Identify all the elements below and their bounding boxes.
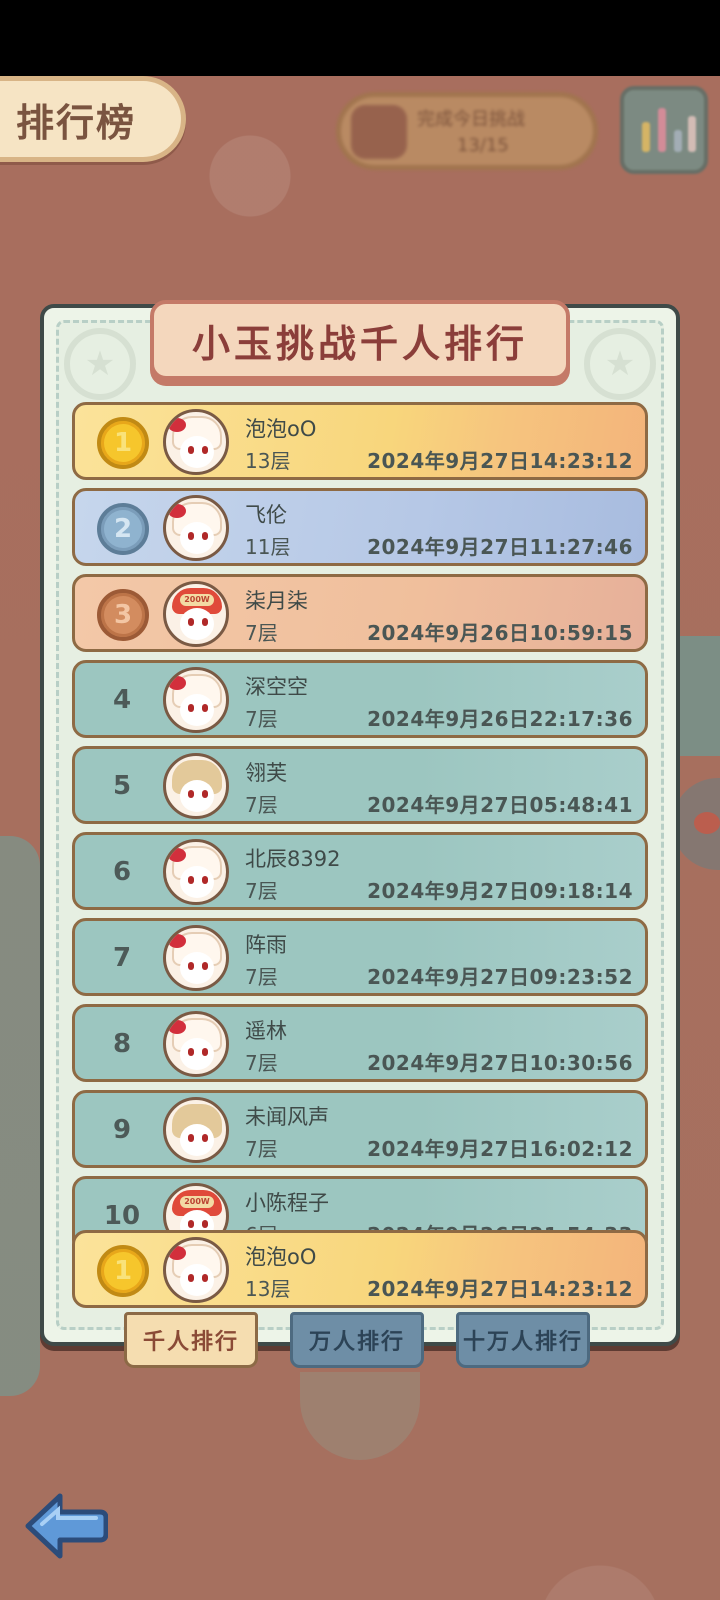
rank-number: 4 — [112, 685, 132, 715]
page-title: 排行榜 — [16, 100, 137, 145]
player-name: 泡泡oO — [245, 417, 317, 441]
gold-medal-icon: 1 — [97, 1245, 149, 1297]
player-name: 深空空 — [245, 675, 308, 699]
avatar[interactable] — [163, 1237, 229, 1303]
leaderboard-row[interactable]: 7 阵雨 7层 2024年9月27日09:23:52 — [72, 918, 648, 996]
rank-number: 5 — [112, 771, 132, 801]
challenge-text: 完成今日挑战 — [417, 109, 525, 130]
leaderboard-row[interactable]: 3 200W 柒月柒 7层 2024年9月26日10:59:15 — [72, 574, 648, 652]
star-badge-icon: ★ — [584, 328, 656, 400]
flower-icon — [694, 812, 720, 834]
leaderboard-row[interactable]: 8 遥林 7层 2024年9月27日10:30:56 — [72, 1004, 648, 1082]
silver-medal-icon: 2 — [97, 503, 149, 555]
back-arrow-button[interactable] — [22, 1490, 108, 1562]
record-time: 2024年9月26日22:17:36 — [367, 707, 633, 731]
player-name: 未闻风声 — [245, 1105, 329, 1129]
challenge-count: 13/15 — [457, 135, 509, 156]
floor-count: 7层 — [245, 793, 278, 817]
record-time: 2024年9月27日09:18:14 — [367, 879, 633, 903]
page-title-banner: 排行榜 — [0, 76, 186, 162]
player-name: 阵雨 — [245, 933, 287, 957]
leaderboard-row[interactable]: 5 翎芙 7层 2024年9月27日05:48:41 — [72, 746, 648, 824]
panel-title: 小玉挑战千人排行 — [191, 321, 528, 366]
avatar[interactable] — [163, 925, 229, 991]
record-time: 2024年9月27日14:23:12 — [367, 449, 633, 473]
chest-icon — [351, 105, 407, 159]
leaderboard-row[interactable]: 6 北辰8392 7层 2024年9月27日09:18:14 — [72, 832, 648, 910]
leaderboard-row[interactable]: 1 泡泡oO 13层 2024年9月27日14:23:12 — [72, 402, 648, 480]
avatar[interactable] — [163, 1097, 229, 1163]
player-name: 飞伦 — [245, 503, 287, 527]
rank-number: 8 — [112, 1029, 132, 1059]
floor-count: 7层 — [245, 707, 278, 731]
player-name: 柒月柒 — [245, 589, 308, 613]
avatar[interactable] — [163, 839, 229, 905]
rank-number: 9 — [112, 1115, 132, 1145]
avatar[interactable] — [163, 753, 229, 819]
record-time: 2024年9月26日10:59:15 — [367, 621, 633, 645]
record-time: 2024年9月27日11:27:46 — [367, 535, 633, 559]
floor-count: 7层 — [245, 1051, 278, 1075]
leaderboard-row[interactable]: 9 未闻风声 7层 2024年9月27日16:02:12 — [72, 1090, 648, 1168]
background-decoration — [0, 836, 40, 1396]
floor-count: 13层 — [245, 1277, 291, 1301]
bronze-medal-icon: 3 — [97, 589, 149, 641]
floor-count: 7层 — [245, 1137, 278, 1161]
gold-medal-icon: 1 — [97, 417, 149, 469]
floor-count: 7层 — [245, 621, 278, 645]
rank-number: 7 — [112, 943, 132, 973]
my-rank-row: 1 泡泡oO 13层 2024年9月27日14:23:12 — [72, 1230, 648, 1308]
record-time: 2024年9月27日14:23:12 — [367, 1277, 633, 1301]
avatar[interactable] — [163, 667, 229, 733]
player-name: 翎芙 — [245, 761, 287, 785]
avatar[interactable] — [163, 1011, 229, 1077]
leaderboard-list[interactable]: 1 泡泡oO 13层 2024年9月27日14:23:12 2 飞伦 11层 2024年9月2… — [72, 402, 648, 1256]
bar-chart-icon[interactable] — [620, 86, 708, 174]
leaderboard-row[interactable]: 2 飞伦 11层 2024年9月27日11:27:46 — [72, 488, 648, 566]
avatar[interactable] — [163, 409, 229, 475]
star-badge-icon: ★ — [64, 328, 136, 400]
player-name: 遥林 — [245, 1019, 287, 1043]
challenge-progress-pill[interactable]: 完成今日挑战 13/15 — [336, 92, 598, 170]
floor-count: 7层 — [245, 879, 278, 903]
avatar[interactable] — [163, 495, 229, 561]
leaderboard-row[interactable]: 4 深空空 7层 2024年9月26日22:17:36 — [72, 660, 648, 738]
player-name: 小陈程子 — [245, 1191, 329, 1215]
tab-ten-thousand-ranking[interactable]: 万人排行 — [290, 1312, 424, 1368]
record-time: 2024年9月27日10:30:56 — [367, 1051, 633, 1075]
player-name: 泡泡oO — [245, 1245, 317, 1269]
status-bar — [0, 0, 720, 76]
avatar[interactable]: 200W — [163, 581, 229, 647]
record-time: 2024年9月27日09:23:52 — [367, 965, 633, 989]
floor-count: 13层 — [245, 449, 291, 473]
floor-count: 7层 — [245, 965, 278, 989]
tab-hundred-thousand-ranking[interactable]: 十万人排行 — [456, 1312, 590, 1368]
record-time: 2024年9月27日05:48:41 — [367, 793, 633, 817]
floor-count: 11层 — [245, 535, 291, 559]
tab-thousand-ranking[interactable]: 千人排行 — [124, 1312, 258, 1368]
panel-title-plate: 小玉挑战千人排行 — [150, 300, 570, 380]
rank-number: 6 — [112, 857, 132, 887]
player-name: 北辰8392 — [245, 847, 341, 871]
record-time: 2024年9月27日16:02:12 — [367, 1137, 633, 1161]
